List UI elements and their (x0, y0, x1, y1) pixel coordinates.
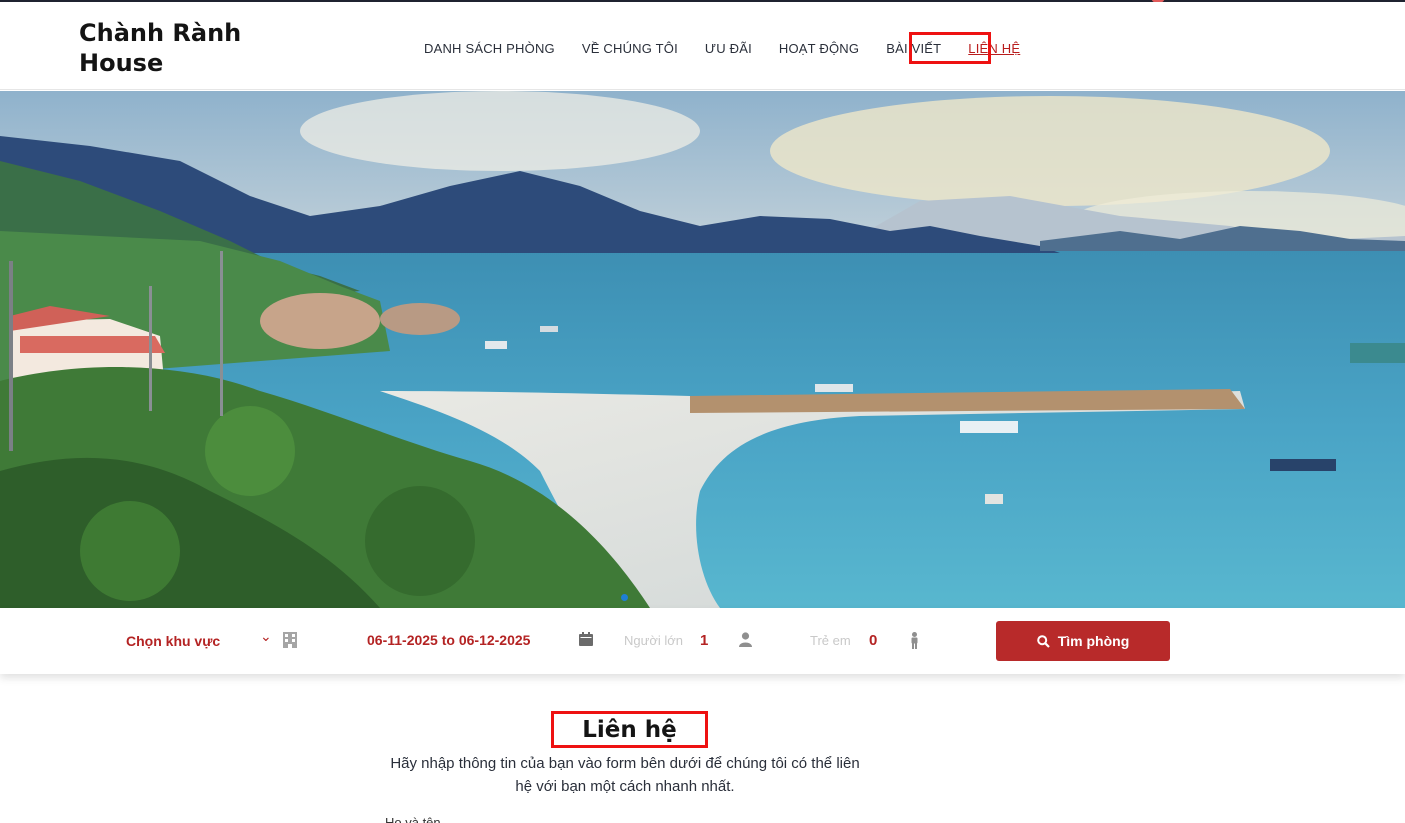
nav-item-activities[interactable]: HOẠT ĐỘNG (779, 41, 859, 56)
adults-label: Người lớn (624, 633, 683, 648)
contact-description: Hãy nhập thông tin của bạn vào form bên … (390, 755, 860, 795)
adults-count[interactable]: 1 (700, 632, 708, 649)
chevron-down-icon[interactable]: ⌄ (260, 629, 272, 645)
children-count[interactable]: 0 (869, 632, 877, 649)
nav-item-about[interactable]: VỀ CHÚNG TÔI (582, 41, 678, 56)
search-icon (1036, 634, 1050, 648)
nav-item-room-list[interactable]: DANH SÁCH PHÒNG (424, 41, 555, 56)
carousel-indicator-dot[interactable] (621, 594, 628, 601)
name-field-label: Họ và tên (385, 816, 441, 823)
site-header: Chành Rành House DANH SÁCH PHÒNG VỀ CHÚN… (0, 2, 1405, 90)
person-icon (739, 632, 752, 647)
search-rooms-label: Tìm phòng (1057, 633, 1130, 649)
nav-contact-highlight-box (909, 32, 991, 64)
calendar-icon[interactable] (579, 632, 593, 646)
room-search-bar: Chọn khu vực ⌄ 06-11-2025 to 06-12-2025 … (0, 608, 1405, 674)
search-rooms-button[interactable]: Tìm phòng (996, 621, 1170, 661)
children-label: Trẻ em (810, 633, 851, 648)
child-icon (911, 632, 918, 649)
site-logo[interactable]: Chành Rành House (79, 18, 279, 78)
hero-banner-image (0, 91, 1405, 608)
contact-heading: Liên hệ (551, 711, 708, 748)
region-select[interactable]: Chọn khu vực (126, 633, 220, 649)
date-range-picker[interactable]: 06-11-2025 to 06-12-2025 (367, 632, 530, 648)
nav-item-offers[interactable]: ƯU ĐÃI (705, 41, 752, 56)
building-icon (283, 632, 297, 648)
